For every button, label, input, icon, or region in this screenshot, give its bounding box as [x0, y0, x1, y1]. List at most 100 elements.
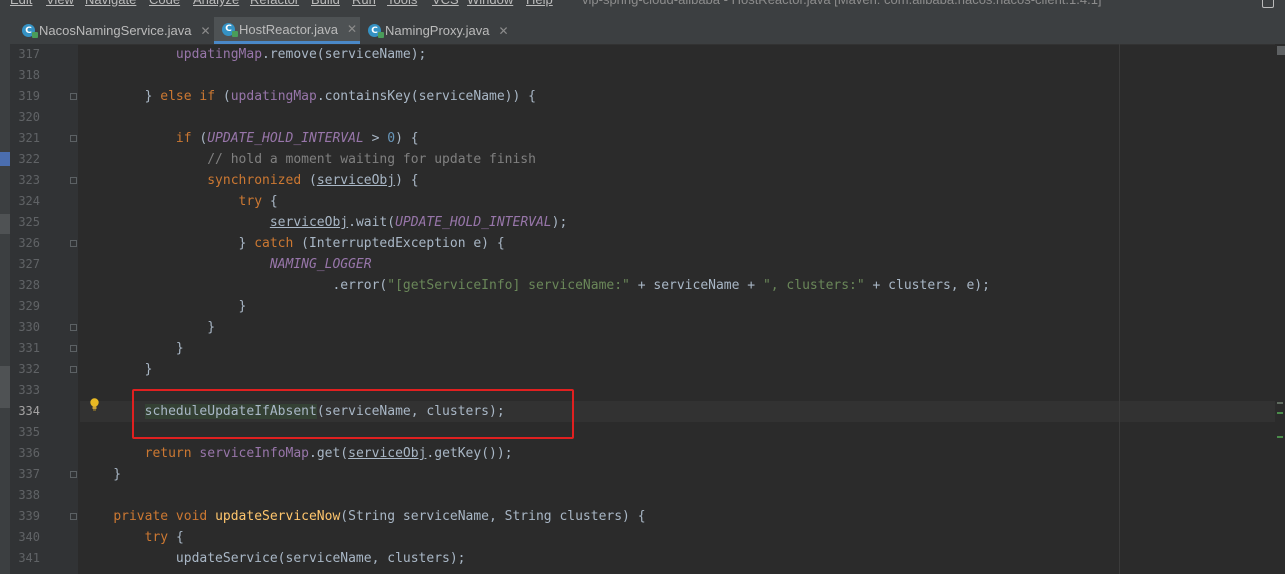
menu-item-build[interactable]: Build — [311, 0, 340, 7]
line-number: 336 — [18, 446, 40, 460]
code-token: .get( — [309, 446, 349, 461]
menu-bar: Edit View Navigate Code Analyze Refactor Build… — [0, 0, 1285, 17]
code-line[interactable]: } — [82, 317, 215, 338]
editor-scrollbar[interactable] — [1275, 44, 1285, 574]
code-token: ( — [308, 173, 317, 188]
right-margin-guide — [1119, 44, 1120, 574]
fold-marker-icon[interactable] — [70, 513, 77, 520]
code-token: ( — [222, 89, 231, 104]
code-token: updateService(serviceName, clusters); — [82, 551, 466, 566]
editor-gutter: 317 318 319 320 321 322 323 324 325 326 327 328 329 3… — [0, 44, 78, 574]
code-token: } — [82, 89, 161, 104]
code-token: // hold a moment waiting for update fini… — [207, 152, 536, 167]
code-line[interactable]: } else if (updatingMap.containsKey(servi… — [82, 86, 536, 107]
code-token: catch — [254, 236, 302, 251]
line-number: 341 — [18, 551, 40, 565]
code-line[interactable]: } catch (InterruptedException e) { — [82, 233, 505, 254]
code-line[interactable]: updatingMap.remove(serviceName); — [82, 44, 426, 65]
menu-item-view[interactable]: View — [46, 0, 74, 7]
fold-marker-icon[interactable] — [70, 345, 77, 352]
tab-label: NamingProxy.java — [385, 23, 490, 38]
close-icon[interactable]: ✕ — [200, 24, 210, 38]
menu-item-window[interactable]: Window — [467, 0, 513, 7]
window-title: vip-spring-cloud-alibaba - HostReactor.j… — [582, 0, 1102, 7]
menu-item-run[interactable]: Run — [352, 0, 376, 7]
code-line[interactable]: if (UPDATE_HOLD_INTERVAL > 0) { — [82, 128, 419, 149]
scroll-marker — [1277, 402, 1283, 404]
code-token: .wait( — [348, 215, 396, 230]
code-token: > — [363, 131, 388, 146]
lightbulb-icon[interactable] — [89, 398, 100, 411]
code-line[interactable]: return serviceInfoMap.get(serviceObj.get… — [82, 443, 513, 464]
gutter-bookmark-mark — [0, 152, 10, 166]
code-editor[interactable]: updatingMap.remove(serviceName); } else … — [80, 44, 1275, 574]
gutter-change-mark — [0, 214, 10, 234]
code-token: UPDATE_HOLD_INTERVAL — [207, 131, 364, 146]
code-line[interactable]: } — [82, 296, 247, 317]
code-line[interactable]: } — [82, 338, 184, 359]
fold-marker-icon[interactable] — [70, 324, 77, 331]
code-token: if — [175, 131, 200, 146]
code-token: synchronized — [207, 173, 309, 188]
line-number: 333 — [18, 383, 40, 397]
code-line[interactable]: try { — [82, 191, 278, 212]
line-number: 331 — [18, 341, 40, 355]
maximize-icon[interactable] — [1262, 0, 1274, 8]
menu-item-vcs[interactable]: VCS — [432, 0, 459, 7]
fold-marker-icon[interactable] — [70, 135, 77, 142]
menu-item-edit[interactable]: Edit — [10, 0, 32, 7]
java-class-icon: C — [22, 24, 38, 38]
fold-marker-icon[interactable] — [70, 366, 77, 373]
code-token: UPDATE_HOLD_INTERVAL — [395, 215, 552, 230]
code-line[interactable]: } — [82, 464, 121, 485]
code-line[interactable]: updateService(serviceName, clusters); — [82, 548, 466, 569]
line-number: 339 — [18, 509, 40, 523]
code-line[interactable]: } — [82, 359, 153, 380]
code-token: (String serviceName, String clusters) { — [340, 509, 646, 524]
close-icon[interactable]: ✕ — [499, 24, 509, 38]
menu-item-analyze[interactable]: Analyze — [193, 0, 239, 7]
code-line[interactable]: serviceObj.wait(UPDATE_HOLD_INTERVAL); — [82, 212, 567, 233]
code-token: ) { — [395, 173, 419, 188]
code-line[interactable]: synchronized (serviceObj) { — [82, 170, 419, 191]
code-token: try — [144, 530, 176, 545]
code-line[interactable]: .error("[getServiceInfo] serviceName:" +… — [82, 275, 989, 296]
line-number: 318 — [18, 68, 40, 82]
code-token: + serviceName + — [629, 278, 763, 293]
line-number: 337 — [18, 467, 40, 481]
menu-item-code[interactable]: Code — [149, 0, 180, 7]
code-token: } — [82, 467, 122, 482]
java-class-icon: C — [222, 22, 238, 37]
code-line[interactable]: private void updateServiceNow(String ser… — [82, 506, 646, 527]
line-number: 324 — [18, 194, 40, 208]
scroll-marker — [1277, 46, 1285, 55]
fold-marker-icon[interactable] — [70, 471, 77, 478]
code-token: private void — [113, 509, 216, 524]
code-line[interactable]: NAMING_LOGGER — [82, 254, 372, 275]
menu-item-refactor[interactable]: Refactor — [250, 0, 299, 7]
code-token: } — [82, 299, 247, 314]
tab-label: HostReactor.java — [239, 21, 338, 37]
fold-marker-icon[interactable] — [70, 93, 77, 100]
tab-nacosnamingservice[interactable]: C NacosNamingService.java ✕ — [14, 17, 214, 44]
gutter-change-mark — [0, 366, 10, 408]
menu-item-help[interactable]: Help — [526, 0, 553, 7]
menu-item-navigate[interactable]: Navigate — [85, 0, 136, 7]
code-line[interactable]: // hold a moment waiting for update fini… — [82, 149, 536, 170]
code-line[interactable]: try { — [82, 527, 184, 548]
fold-marker-icon[interactable] — [70, 177, 77, 184]
line-number: 334 — [18, 404, 40, 418]
tab-hostreactor[interactable]: C HostReactor.java ✕ — [214, 17, 360, 44]
menu-item-tools[interactable]: Tools — [387, 0, 417, 7]
close-icon[interactable]: ✕ — [347, 22, 357, 36]
fold-marker-icon[interactable] — [70, 240, 77, 247]
code-token: { — [175, 530, 184, 545]
tab-namingproxy[interactable]: C NamingProxy.java ✕ — [360, 17, 512, 44]
